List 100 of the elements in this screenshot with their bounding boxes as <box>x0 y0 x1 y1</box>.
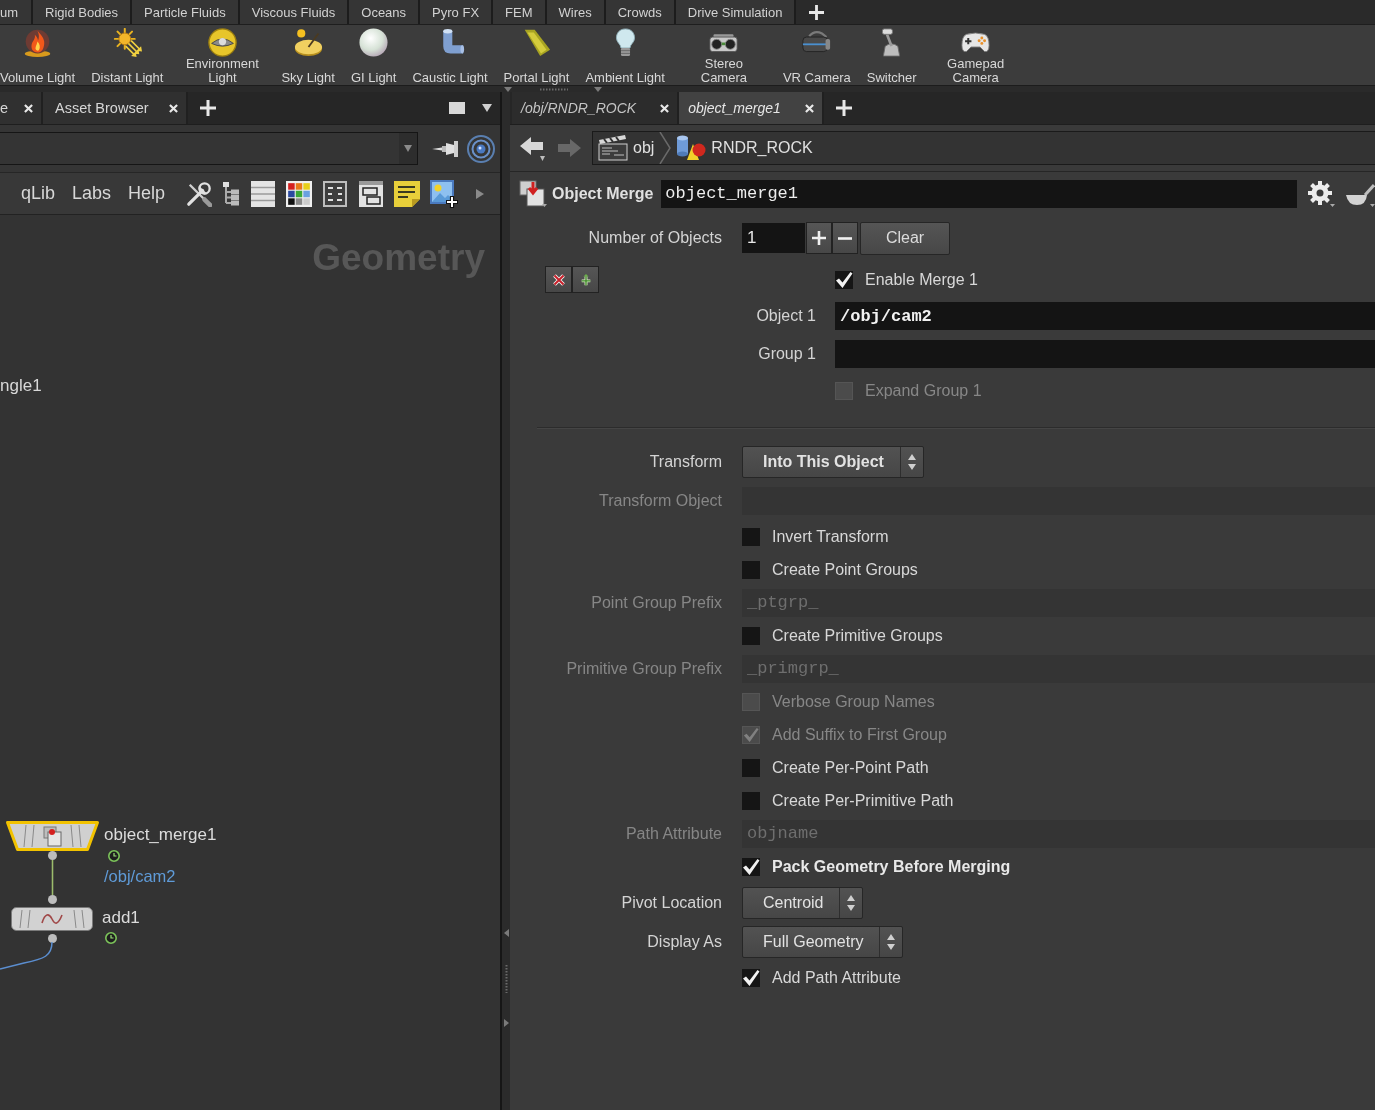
checkbox[interactable] <box>742 758 760 777</box>
checkbox[interactable] <box>742 968 760 987</box>
checkbox[interactable] <box>742 527 760 546</box>
box-arrow-icon[interactable] <box>519 179 547 208</box>
shelf-tool-button[interactable]: Portal Light <box>496 28 577 84</box>
clapperboard-icon <box>598 135 628 161</box>
layout-icon[interactable] <box>322 180 349 207</box>
shelf-tool-button[interactable]: Switcher <box>859 28 924 84</box>
dropdown-menu[interactable]: Into This Object <box>742 445 924 478</box>
shelf-tool-button[interactable]: VR Camera <box>775 28 858 84</box>
node-label: object_merge1 <box>104 825 217 845</box>
number-field[interactable]: 1 <box>742 223 805 253</box>
checkbox-label: Create Point Groups <box>772 560 918 579</box>
checkbox[interactable] <box>742 857 760 876</box>
shelf-tool-button[interactable]: Distant Light <box>84 28 171 84</box>
plus-icon <box>579 273 592 286</box>
caret-right-icon[interactable] <box>476 188 485 199</box>
menu-item[interactable]: qLib <box>14 183 63 204</box>
shelf-tool-button[interactable]: GI Light <box>343 28 404 84</box>
text-field[interactable] <box>835 340 1375 368</box>
updown-arrows-icon <box>847 894 856 911</box>
pane-tab[interactable]: /obj/RNDR_ROCK <box>512 92 680 124</box>
shelf-tab[interactable]: Viscous Fluids <box>239 0 350 24</box>
dropdown-menu[interactable]: Full Geometry <box>742 925 904 958</box>
pane-tab[interactable]: Asset Browser <box>43 92 188 124</box>
text-field[interactable]: /obj/cam2 <box>835 302 1375 330</box>
connector-dot-icon[interactable] <box>48 851 57 860</box>
shelf-tab[interactable]: FEM <box>493 0 547 24</box>
menu-item[interactable]: Labs <box>65 183 119 204</box>
plus-icon[interactable] <box>835 100 852 116</box>
shelf-tool-button[interactable]: Volume Light <box>0 28 83 84</box>
wire <box>51 860 54 895</box>
shelf-tool-button[interactable]: Gamepad Camera <box>925 28 1026 84</box>
back-arrow-icon[interactable] <box>519 135 545 161</box>
shelf-tab[interactable]: Crowds <box>605 0 676 24</box>
shelf-tab[interactable]: Oceans <box>349 0 421 24</box>
clear-button[interactable]: Clear <box>860 221 950 255</box>
node-type-label: Object Merge <box>552 184 654 203</box>
gear-icon[interactable] <box>1307 179 1335 208</box>
parameter-label: Path Attribute <box>625 824 722 843</box>
node-name-field[interactable]: object_merge1 <box>661 179 1297 208</box>
plus-icon[interactable] <box>809 4 825 20</box>
shelf-tool-button[interactable]: Stereo Camera <box>673 28 774 84</box>
image-add-icon[interactable] <box>430 179 459 208</box>
shelf-tab[interactable]: um <box>0 0 34 24</box>
connector-dot-icon[interactable] <box>48 895 57 904</box>
sticky-note-icon[interactable] <box>394 180 421 207</box>
checkbox[interactable] <box>742 791 760 810</box>
breadcrumb[interactable]: RNDR_ROCK <box>671 132 818 164</box>
close-icon[interactable] <box>660 103 670 113</box>
target-icon[interactable] <box>467 134 495 163</box>
checkbox[interactable] <box>835 270 853 289</box>
dropdown-field[interactable] <box>0 132 418 165</box>
shelf-tool-button[interactable]: Ambient Light <box>578 28 672 84</box>
shelf-tab[interactable]: Particle Fluids <box>132 0 240 24</box>
checkbox-label: Create Primitive Groups <box>772 626 943 645</box>
close-icon[interactable] <box>24 103 34 113</box>
checkmark-icon <box>742 968 760 987</box>
breadcrumb[interactable]: obj <box>593 132 660 164</box>
checkbox[interactable] <box>742 560 760 579</box>
shelf-tool-button[interactable]: Sky Light <box>274 28 342 84</box>
increment-button[interactable] <box>806 222 832 254</box>
shelf-tab[interactable]: Drive Simulation <box>675 0 797 24</box>
caret-down-icon <box>404 145 412 152</box>
checkmark-icon <box>743 726 759 743</box>
shelf-tab[interactable]: Wires <box>546 0 606 24</box>
grip-icon[interactable] <box>540 87 568 91</box>
parameter-label: Display As <box>647 932 722 951</box>
dropdown-menu[interactable]: Centroid <box>742 886 864 919</box>
parameter-label: Transform Object <box>599 491 722 510</box>
remove-instance-button[interactable] <box>545 266 572 293</box>
shelf-tab[interactable]: Rigid Bodies <box>33 0 133 24</box>
pane-tab[interactable]: object_merge1 <box>679 92 824 124</box>
list-icon[interactable] <box>250 180 277 207</box>
shelf-tool-button[interactable]: Caustic Light <box>405 28 495 84</box>
network-node[interactable] <box>5 820 100 852</box>
updown-arrows-icon <box>907 453 916 470</box>
caret-down-icon[interactable] <box>482 104 492 112</box>
close-icon[interactable] <box>804 103 814 113</box>
checkbox[interactable] <box>742 626 760 645</box>
checkbox-label: Expand Group 1 <box>865 381 982 400</box>
insert-instance-button[interactable] <box>572 266 599 293</box>
plus-icon[interactable] <box>199 100 216 116</box>
node-label: ngle1 <box>0 376 42 396</box>
pin-icon[interactable] <box>432 138 460 159</box>
tree-icon[interactable] <box>222 180 241 207</box>
pane-tab[interactable]: e <box>0 92 44 124</box>
color-grid-icon[interactable] <box>286 180 313 207</box>
parallelogram-icon <box>522 28 551 57</box>
grip-icon[interactable] <box>504 965 508 993</box>
shelf-tab[interactable]: Pyro FX <box>420 0 494 24</box>
menu-item[interactable]: Help <box>121 183 173 204</box>
close-icon[interactable] <box>168 103 178 113</box>
network-node[interactable] <box>10 906 94 932</box>
decrement-button[interactable] <box>832 222 858 254</box>
shelf-tool-button[interactable]: Environment Light <box>172 28 273 84</box>
window-icon[interactable] <box>358 180 385 207</box>
connector-dot-icon[interactable] <box>48 934 57 943</box>
tools-icon[interactable] <box>186 180 213 207</box>
node-comment: /obj/cam2 <box>104 866 176 886</box>
